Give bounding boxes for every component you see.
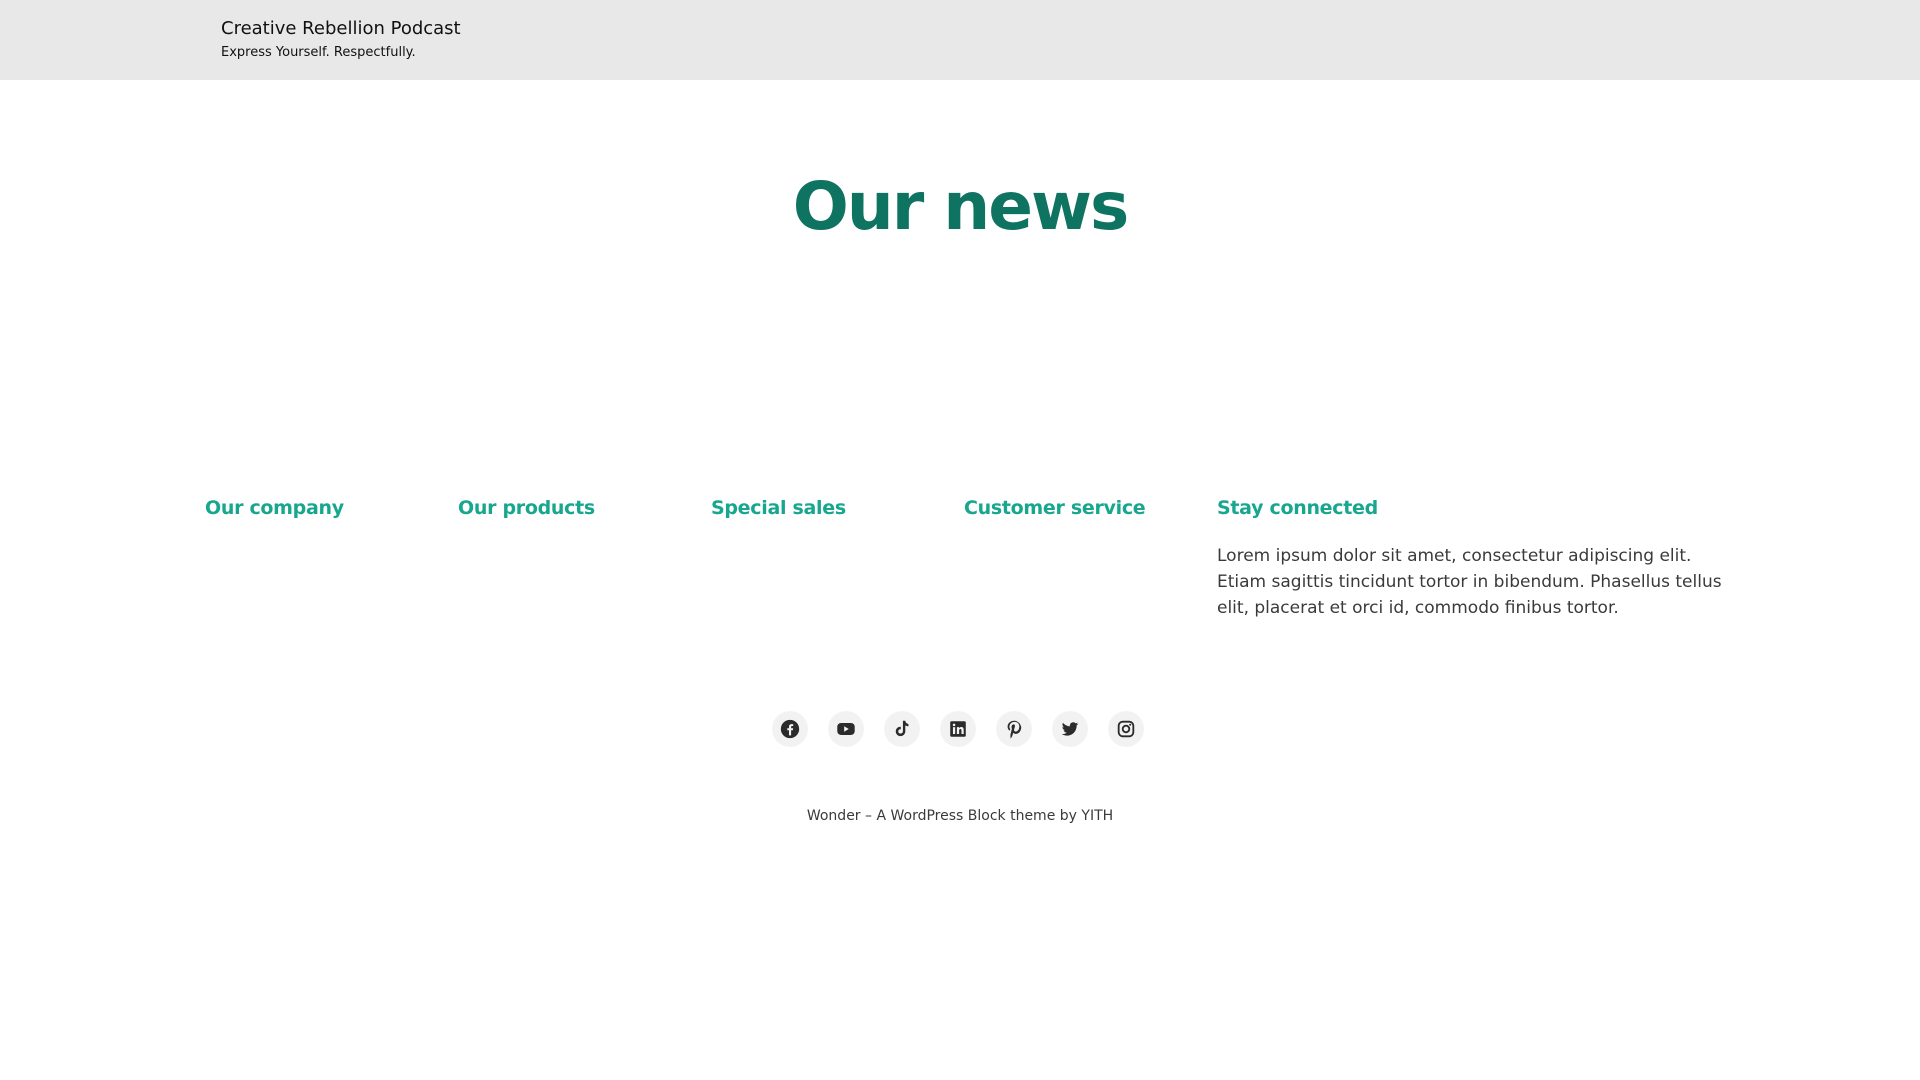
footer-heading-our-company: Our company bbox=[205, 497, 344, 519]
social-links bbox=[772, 711, 1144, 747]
footer-heading-our-products: Our products bbox=[458, 497, 595, 519]
instagram-icon bbox=[1117, 720, 1135, 738]
twitter-link[interactable] bbox=[1052, 711, 1088, 747]
site-tagline: Express Yourself. Respectfully. bbox=[221, 45, 416, 60]
footer-credits: Wonder – A WordPress Block theme by YITH bbox=[0, 808, 1920, 824]
twitter-icon bbox=[1061, 722, 1079, 736]
page-title: Our news bbox=[792, 168, 1130, 245]
pinterest-icon bbox=[1007, 720, 1022, 739]
footer-heading-stay-connected: Stay connected bbox=[1217, 497, 1378, 519]
tiktok-icon bbox=[895, 720, 909, 737]
footer-heading-special-sales: Special sales bbox=[711, 497, 846, 519]
linkedin-link[interactable] bbox=[940, 711, 976, 747]
youtube-link[interactable] bbox=[828, 711, 864, 747]
site-header: Creative Rebellion Podcast Express Yours… bbox=[0, 0, 1920, 80]
facebook-icon bbox=[780, 719, 800, 739]
pinterest-link[interactable] bbox=[996, 711, 1032, 747]
credits-author-link[interactable]: YITH bbox=[1081, 808, 1113, 824]
linkedin-icon bbox=[950, 721, 966, 737]
tiktok-link[interactable] bbox=[884, 711, 920, 747]
credits-by-text: by bbox=[1059, 808, 1077, 824]
credits-theme-text: Wonder – A WordPress Block theme bbox=[806, 808, 1056, 824]
instagram-link[interactable] bbox=[1108, 711, 1144, 747]
youtube-icon bbox=[837, 723, 855, 735]
footer-heading-customer-service: Customer service bbox=[964, 497, 1146, 519]
site-title[interactable]: Creative Rebellion Podcast bbox=[221, 18, 461, 39]
facebook-link[interactable] bbox=[772, 711, 808, 747]
stay-connected-text: Lorem ipsum dolor sit amet, consectetur … bbox=[1217, 546, 1722, 618]
